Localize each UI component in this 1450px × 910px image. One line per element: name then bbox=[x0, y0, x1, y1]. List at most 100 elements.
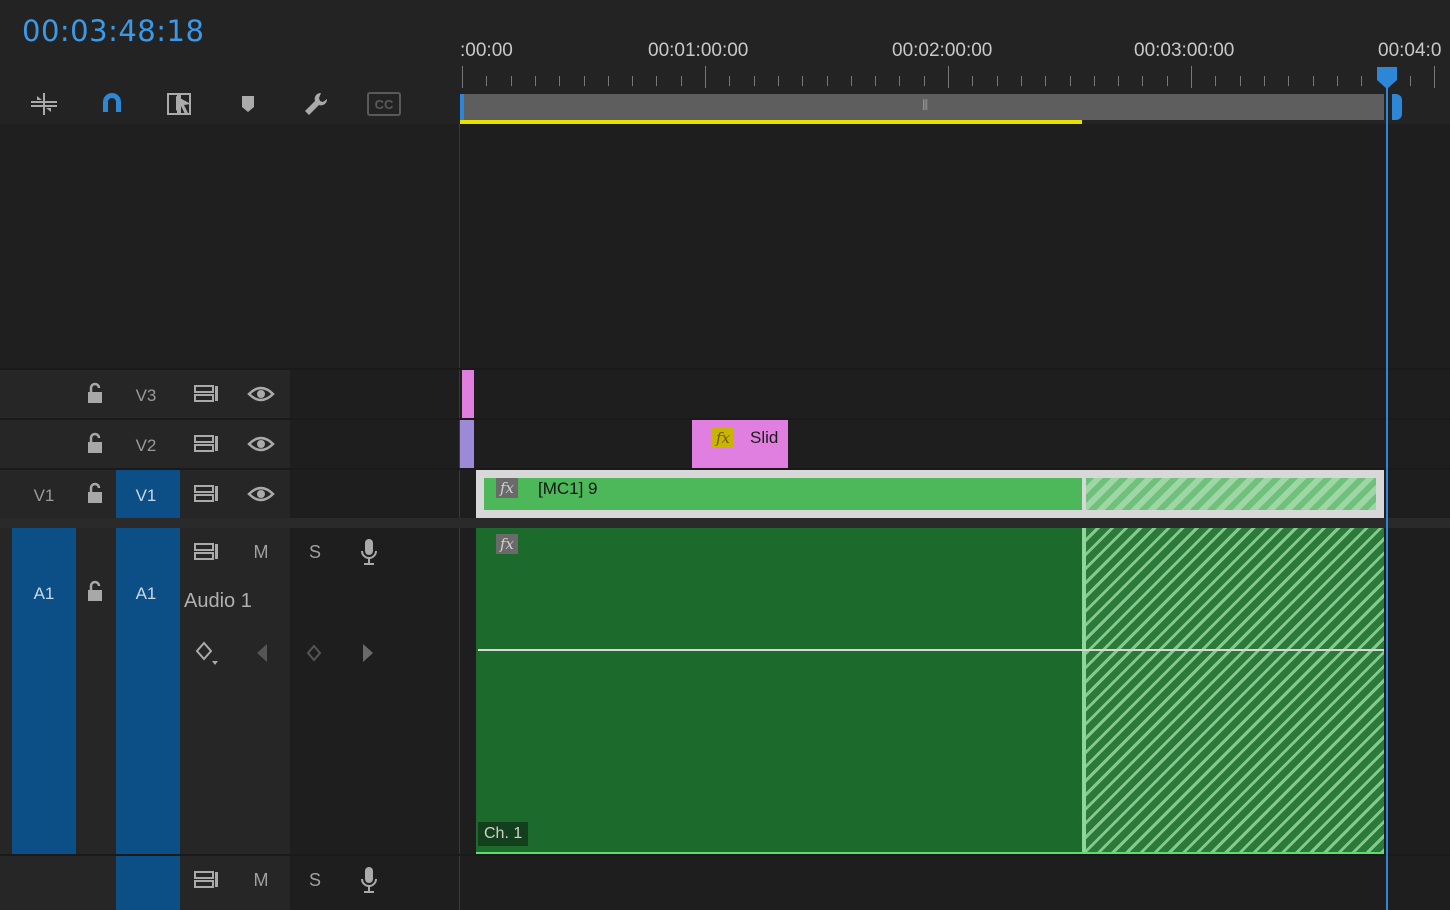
ruler-tick bbox=[1409, 76, 1411, 86]
lock-open-icon[interactable] bbox=[84, 380, 106, 406]
scrollbar-right-handle[interactable] bbox=[1392, 94, 1402, 120]
clip-v1-offline-region[interactable] bbox=[1086, 478, 1376, 510]
ruler-tick bbox=[1434, 66, 1435, 88]
sync-lock-icon[interactable] bbox=[192, 540, 222, 564]
ruler-tick bbox=[1142, 76, 1144, 86]
microphone-icon[interactable] bbox=[356, 864, 382, 896]
ruler-label: 00:01:00:00 bbox=[648, 40, 749, 61]
video-audio-divider[interactable] bbox=[0, 518, 1450, 528]
ruler-tick bbox=[1166, 76, 1168, 86]
ruler-tick bbox=[826, 76, 828, 86]
ruler-tick bbox=[583, 76, 585, 86]
sync-lock-icon[interactable] bbox=[192, 868, 222, 892]
sync-lock-icon[interactable] bbox=[192, 482, 222, 506]
eye-icon[interactable] bbox=[246, 432, 276, 456]
track-name[interactable]: Audio 1 bbox=[184, 590, 252, 613]
fx-badge: fx bbox=[496, 534, 518, 554]
mute-button[interactable]: M bbox=[248, 540, 274, 564]
lock-open-icon[interactable] bbox=[84, 480, 106, 506]
timeline-zoom-scrollbar[interactable]: ⦀ bbox=[462, 94, 1384, 120]
ruler-label: 00:02:00:00 bbox=[892, 40, 993, 61]
adjustment-clip-v3[interactable] bbox=[462, 370, 474, 418]
clip-title: [MC1] 9 bbox=[538, 479, 598, 498]
ruler-tick bbox=[534, 76, 536, 86]
ruler-label: 00:03:00:00 bbox=[1134, 40, 1235, 61]
track-label[interactable]: V1 bbox=[116, 486, 176, 506]
clip-v1[interactable]: fx [MC1] 9 bbox=[484, 478, 1082, 510]
scrollbar-left-handle[interactable] bbox=[460, 94, 464, 120]
ruler-tick bbox=[729, 76, 731, 86]
lock-open-icon[interactable] bbox=[84, 430, 106, 456]
ruler-tick bbox=[1020, 76, 1022, 86]
ruler-tick bbox=[850, 76, 852, 86]
playhead-line[interactable] bbox=[1386, 70, 1388, 910]
scrollbar-grip-icon[interactable]: ⦀ bbox=[922, 97, 928, 114]
sync-lock-icon[interactable] bbox=[192, 382, 222, 406]
track-header-v1: V1 V1 bbox=[0, 470, 290, 518]
clip-v2-start[interactable] bbox=[460, 420, 474, 468]
ruler-tick bbox=[753, 76, 755, 86]
ruler-tick bbox=[777, 76, 779, 86]
ruler-tick bbox=[1191, 66, 1192, 88]
track-label[interactable]: V3 bbox=[116, 386, 176, 406]
clip-title: Slid bbox=[750, 428, 779, 447]
linked-selection-icon[interactable] bbox=[160, 86, 200, 122]
ruler-tick bbox=[559, 76, 561, 86]
audio-channel-divider bbox=[478, 649, 1384, 651]
mute-button[interactable]: M bbox=[248, 868, 274, 892]
ruler-tick bbox=[1069, 76, 1071, 86]
ruler-tick bbox=[899, 76, 901, 86]
ruler-tick bbox=[486, 76, 488, 86]
ruler-tick bbox=[996, 76, 998, 86]
solo-button[interactable]: S bbox=[302, 540, 328, 564]
clip-v2[interactable]: fx Slid bbox=[692, 420, 788, 468]
ruler-tick bbox=[510, 76, 512, 86]
ruler-tick bbox=[705, 66, 706, 88]
ruler-tick bbox=[923, 76, 925, 86]
ruler-tick bbox=[1215, 76, 1217, 86]
eye-icon[interactable] bbox=[246, 382, 276, 406]
track-target-a1[interactable] bbox=[116, 528, 180, 854]
microphone-icon[interactable] bbox=[356, 536, 382, 568]
ruler-label: 00:04:0 bbox=[1378, 40, 1442, 61]
settings-wrench-icon[interactable] bbox=[296, 86, 336, 122]
track-label[interactable]: V2 bbox=[116, 436, 176, 456]
channel-label: Ch. 1 bbox=[478, 822, 529, 846]
ruler-tick bbox=[1336, 76, 1338, 86]
add-keyframe-icon[interactable] bbox=[304, 640, 324, 666]
next-keyframe-icon[interactable] bbox=[358, 640, 378, 666]
ruler-tick bbox=[1118, 76, 1120, 86]
ruler-tick bbox=[680, 76, 682, 86]
ruler-tick bbox=[462, 66, 463, 88]
ruler-tick bbox=[656, 76, 658, 86]
lock-open-icon[interactable] bbox=[84, 578, 106, 604]
solo-button[interactable]: S bbox=[302, 868, 328, 892]
ruler-tick bbox=[1239, 76, 1241, 86]
add-marker-icon[interactable] bbox=[228, 86, 268, 122]
ruler-tick bbox=[875, 76, 877, 86]
ruler-tick bbox=[1093, 76, 1095, 86]
keyframe-menu-icon[interactable] bbox=[194, 638, 220, 668]
source-patch-v1[interactable]: V1 bbox=[14, 486, 74, 506]
track-target-a2[interactable] bbox=[116, 856, 180, 910]
track-header-a1: A1 A1 M S Audio 1 bbox=[0, 528, 377, 854]
track-label[interactable]: A1 bbox=[116, 584, 176, 604]
ruler-tick bbox=[607, 76, 609, 86]
playhead-handle-icon[interactable] bbox=[1376, 66, 1398, 90]
source-patch-a1[interactable]: A1 bbox=[14, 584, 74, 604]
snap-magnet-icon[interactable] bbox=[92, 86, 132, 122]
timeline-toolbar: CC bbox=[0, 86, 460, 122]
previous-keyframe-icon[interactable] bbox=[252, 640, 272, 666]
closed-captions-icon[interactable]: CC bbox=[364, 86, 404, 122]
time-ruler[interactable]: :00:00 00:01:00:00 00:02:00:00 00:03:00:… bbox=[460, 0, 1450, 94]
fx-badge: fx bbox=[496, 478, 518, 498]
insert-edit-icon[interactable] bbox=[24, 86, 64, 122]
ruler-tick bbox=[632, 76, 634, 86]
sync-lock-icon[interactable] bbox=[192, 432, 222, 456]
eye-icon[interactable] bbox=[246, 482, 276, 506]
playhead-timecode[interactable]: 00:03:48:18 bbox=[22, 14, 204, 48]
clip-a1-offline-region[interactable] bbox=[1086, 528, 1384, 852]
track-header-v2: V2 bbox=[0, 420, 290, 468]
source-patch-a1-bg[interactable] bbox=[12, 528, 76, 854]
ruler-label: :00:00 bbox=[460, 40, 513, 61]
